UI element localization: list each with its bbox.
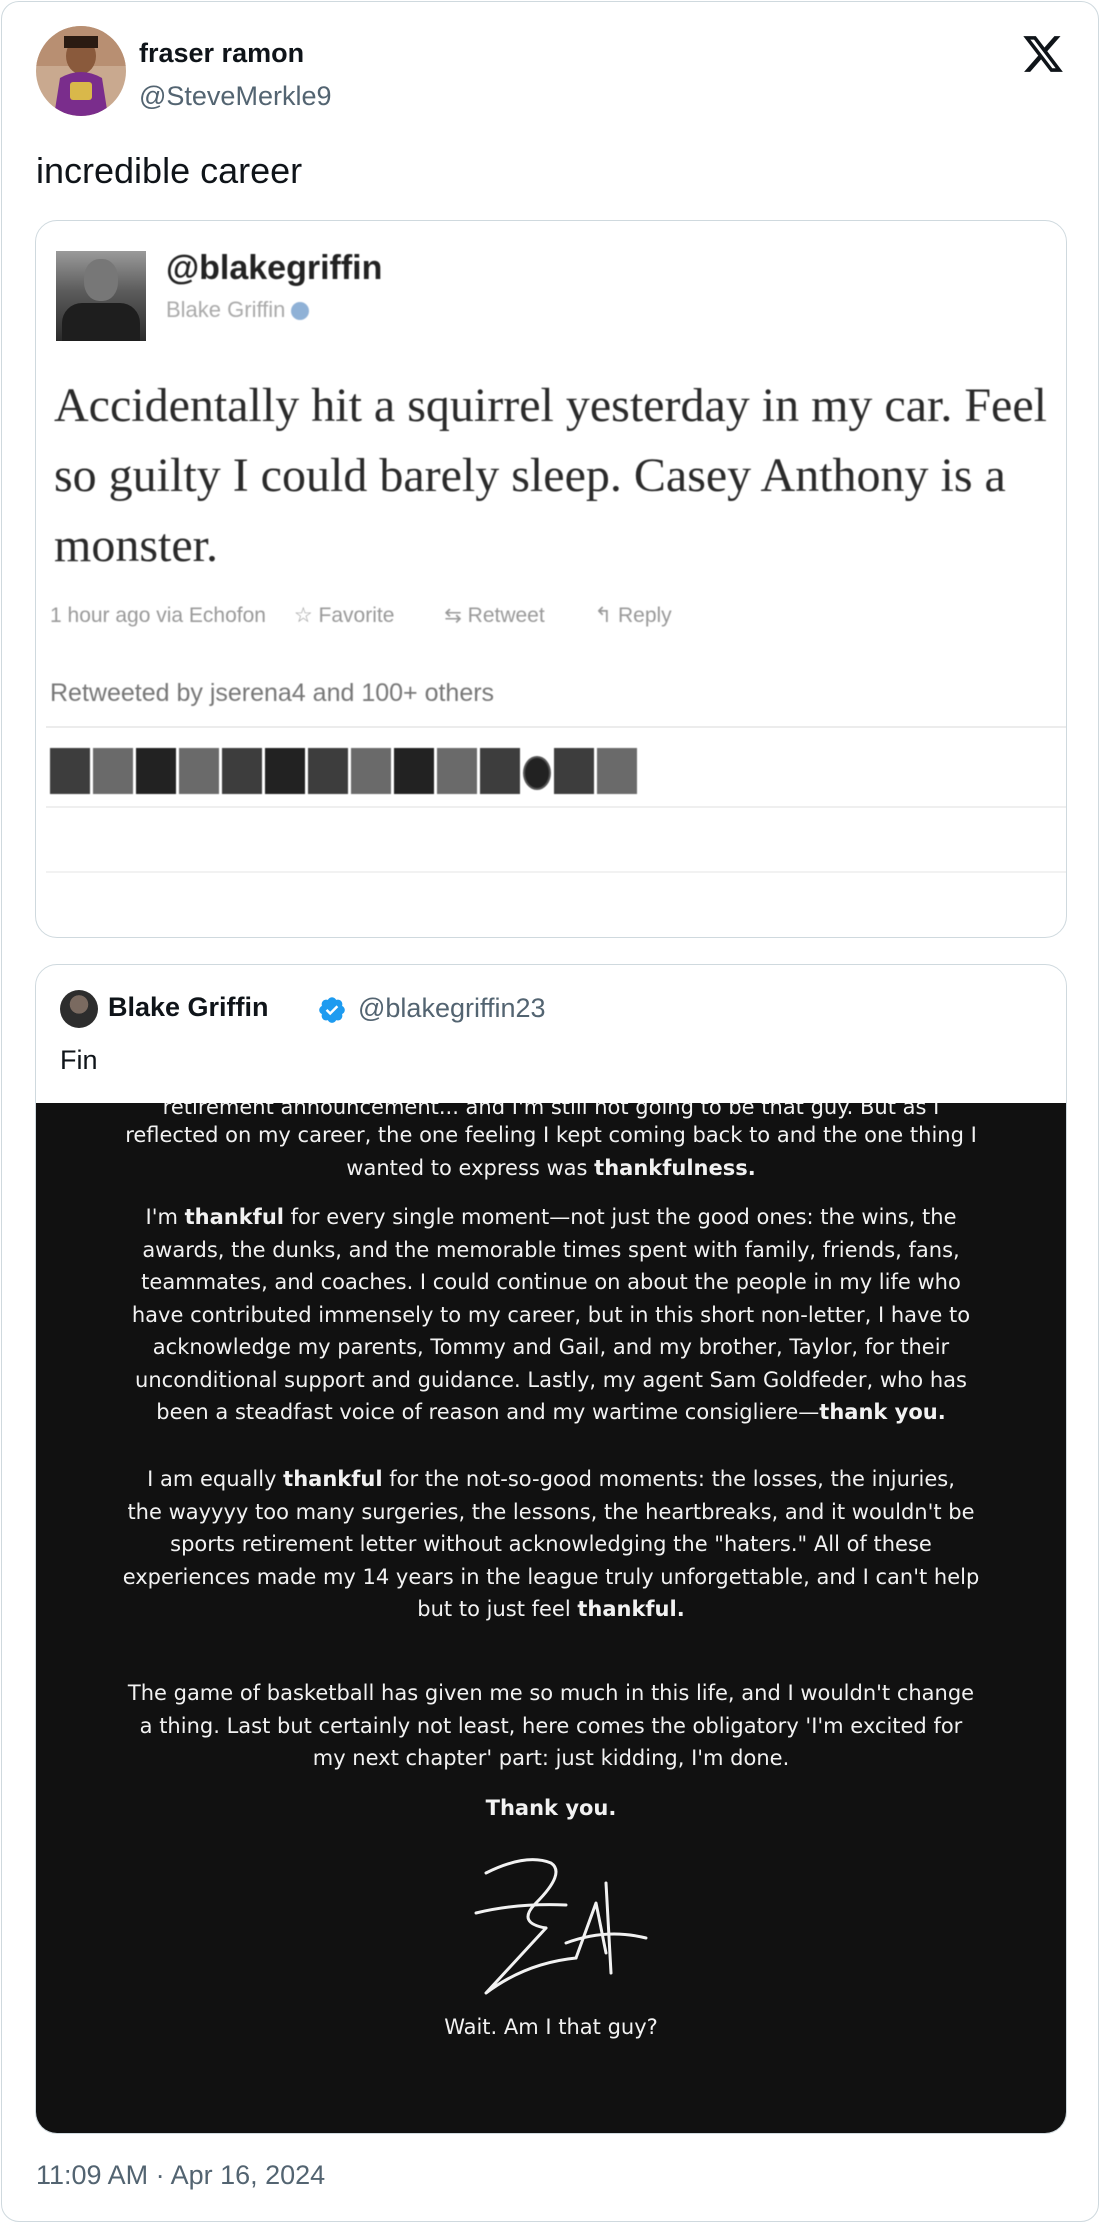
tweet-text: incredible career [36, 150, 303, 191]
divider [46, 806, 1066, 808]
signature-image [474, 1858, 648, 1995]
old-retweeted-by: Retweeted by jserena4 and 100+ others [50, 679, 495, 707]
author-handle[interactable]: @SteveMerkle9 [139, 81, 331, 112]
quoted-tweet[interactable]: Blake Griffin @blakegriffin23 Fin retire… [35, 964, 1067, 2134]
letter-paragraph-4: The game of basketball has given me so m… [127, 1681, 975, 1770]
old-tweet-handle: @blakegriffin [166, 249, 383, 287]
divider [46, 871, 1066, 873]
retweeter-avatars [50, 748, 637, 794]
old-tweet-name: Blake Griffin [166, 297, 310, 323]
post-timestamp[interactable]: 11:09 AM · Apr 16, 2024 [36, 2160, 325, 2191]
letter-paragraph-1: reflected on my career, the one feeling … [125, 1123, 977, 1180]
author-avatar[interactable] [36, 26, 126, 116]
attached-image[interactable]: @blakegriffin Blake Griffin Accidentally… [35, 220, 1067, 938]
author-name[interactable]: fraser ramon [139, 38, 304, 69]
quoted-author-handle[interactable]: @blakegriffin23 [358, 993, 546, 1024]
letter-paragraph-2: I'm thankful for every single moment—not… [131, 1205, 971, 1424]
old-favorite: ☆ Favorite [293, 604, 395, 627]
old-retweet: ⇆ Retweet [444, 604, 545, 627]
letter-thank-you: Thank you. [485, 1796, 617, 1820]
old-tweet-text: Accidentally hit a squirrel yesterday in… [54, 379, 1047, 572]
divider [46, 726, 1066, 728]
verified-badge-icon [319, 997, 345, 1023]
old-tweet-meta: 1 hour ago via Echofon ☆ Favorite ⇆ Retw… [50, 603, 716, 628]
old-reply: ↰ Reply [594, 604, 672, 627]
letter-paragraph-3: I am equally thankful for the not-so-goo… [122, 1467, 980, 1621]
quoted-tweet-text: Fin [60, 1045, 98, 1075]
tweet-card: fraser ramon @SteveMerkle9 incredible ca… [1, 1, 1099, 2222]
quoted-avatar[interactable] [60, 990, 98, 1028]
letter-closing: Wait. Am I that guy? [444, 2015, 658, 2039]
old-tweet-avatar [56, 251, 146, 341]
old-verified-icon [291, 302, 310, 321]
old-meta-time: 1 hour ago via Echofon [50, 604, 266, 627]
x-logo-icon[interactable] [1020, 32, 1066, 76]
retirement-letter-image[interactable]: retirement announcement... and I'm still… [36, 1103, 1066, 2133]
quoted-author-name[interactable]: Blake Griffin [108, 992, 269, 1023]
